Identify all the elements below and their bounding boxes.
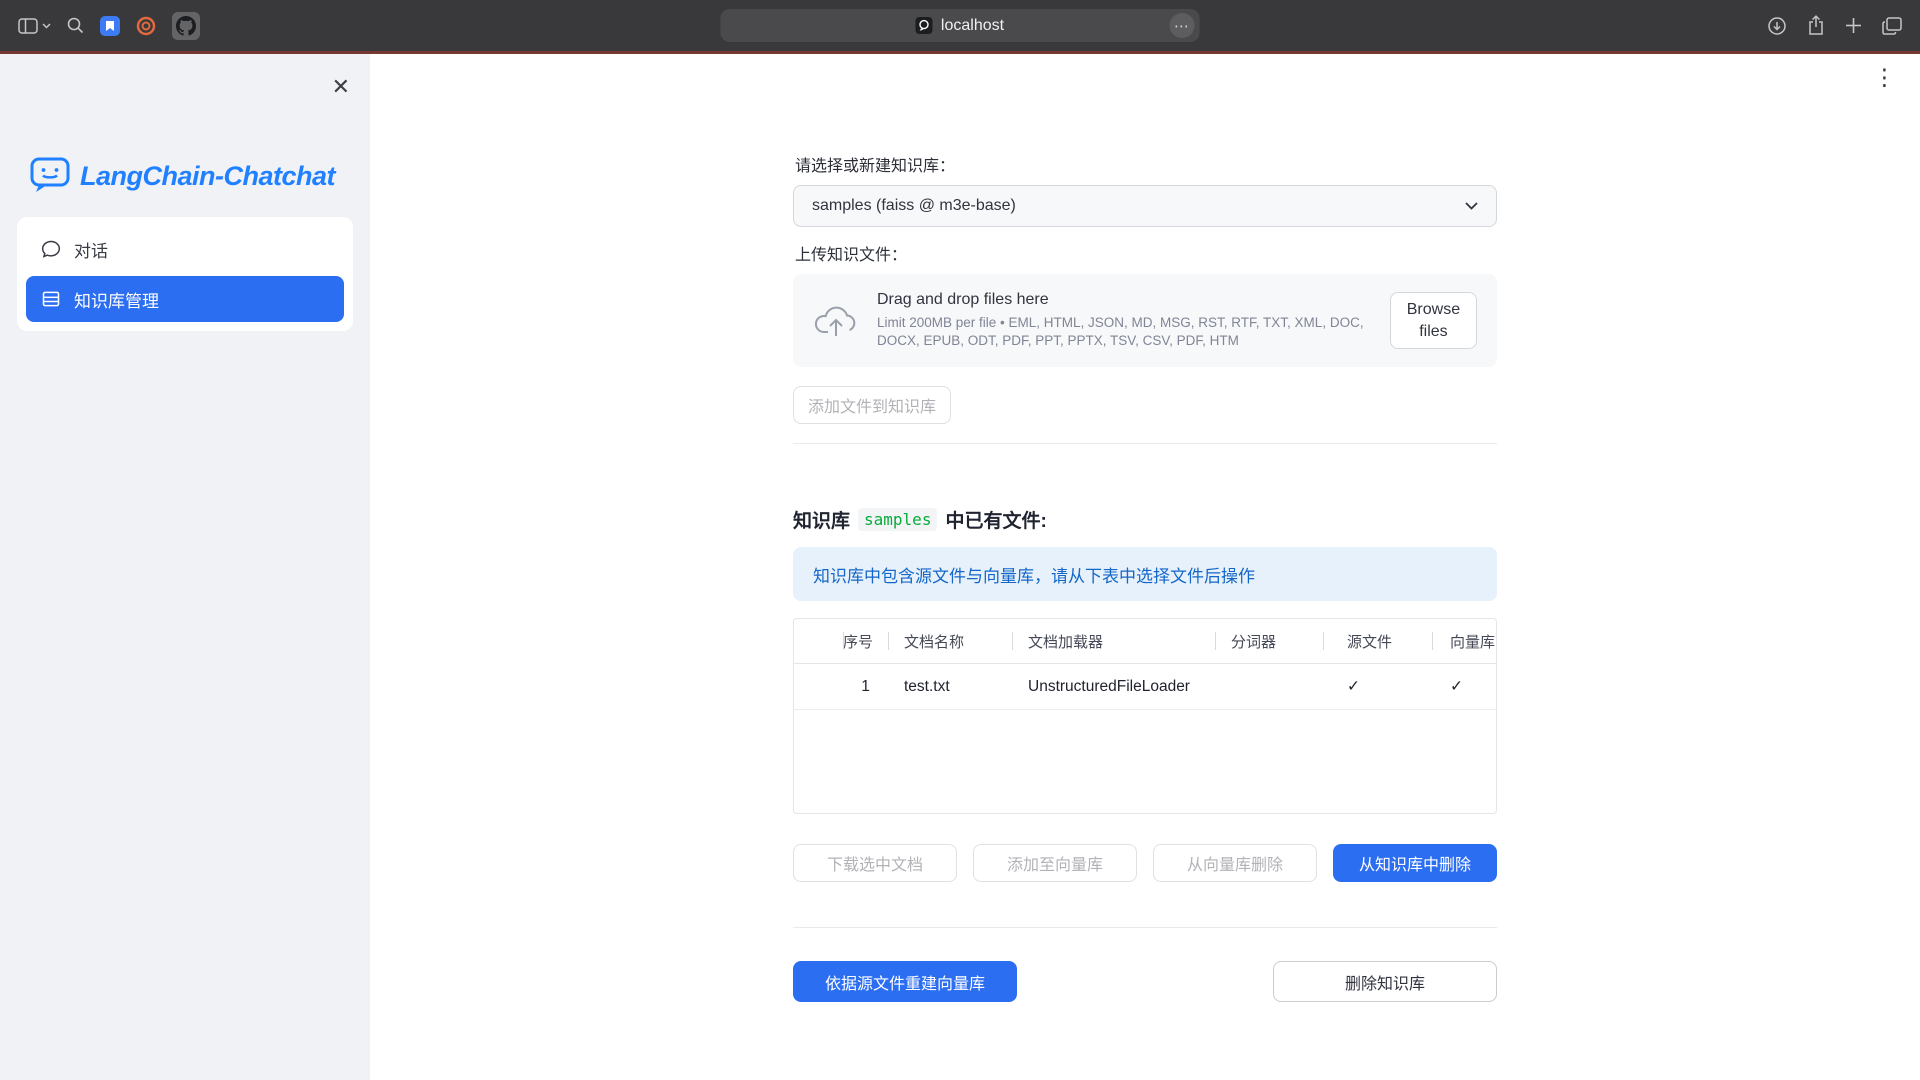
table-header-source[interactable]: 源文件: [1323, 619, 1432, 663]
kb-table-icon: [41, 289, 61, 309]
search-icon[interactable]: [67, 17, 84, 34]
kb-actions-row: 依据源文件重建向量库 删除知识库: [793, 961, 1497, 1002]
sidebar-item-kb-management[interactable]: 知识库管理: [26, 276, 344, 322]
sidebar-item-label: 知识库管理: [74, 287, 159, 312]
table-header-name[interactable]: 文档名称: [888, 619, 1012, 663]
kb-files-heading: 知识库 samples 中已有文件:: [793, 506, 1497, 533]
file-actions-row: 下载选中文档 添加至向量库 从向量库删除 从知识库中删除: [793, 844, 1497, 882]
browser-toolbar: localhost ⋯: [0, 0, 1920, 51]
row-source-check-icon: ✓: [1323, 677, 1432, 696]
tab-overview-icon[interactable]: [1882, 17, 1902, 35]
table-header-loader[interactable]: 文档加载器: [1012, 619, 1215, 663]
kb-files-table: 序号 文档名称 文档加载器 分词器 源文件 向量库 1 test.txt Uns…: [793, 618, 1497, 814]
table-header-row: 序号 文档名称 文档加载器 分词器 源文件 向量库: [794, 619, 1496, 664]
sidebar-close-icon[interactable]: ✕: [332, 76, 350, 98]
github-extension-icon[interactable]: [172, 12, 200, 40]
table-header-blank: [794, 619, 843, 663]
table-header-index[interactable]: 序号: [843, 619, 888, 663]
divider: [793, 443, 1497, 444]
page-settings-icon[interactable]: ⋯: [1170, 13, 1195, 38]
kb-heading-prefix: 知识库: [793, 506, 850, 533]
info-alert: 知识库中包含源文件与向量库，请从下表中选择文件后操作: [793, 547, 1497, 601]
sidebar-menu: 对话 知识库管理: [17, 217, 353, 331]
page-overflow-menu-icon[interactable]: ⋮: [1873, 66, 1896, 89]
divider: [793, 927, 1497, 928]
row-doc-name: test.txt: [888, 678, 1012, 696]
site-favicon: [916, 17, 933, 34]
new-tab-icon[interactable]: [1845, 17, 1862, 34]
download-selected-button[interactable]: 下载选中文档: [793, 844, 957, 882]
row-index: 1: [843, 678, 888, 696]
main-area: ⋮ 请选择或新建知识库： samples (faiss @ m3e-base) …: [370, 54, 1920, 1080]
table-header-vector[interactable]: 向量库: [1432, 619, 1496, 663]
add-files-to-kb-button[interactable]: 添加文件到知识库: [793, 386, 951, 424]
address-bar[interactable]: localhost ⋯: [721, 9, 1200, 42]
kb-select[interactable]: samples (faiss @ m3e-base): [793, 185, 1497, 227]
sidebar-panel-icon: [18, 18, 38, 34]
extension-blue-icon[interactable]: [100, 16, 120, 36]
cloud-upload-icon: [813, 304, 859, 338]
app-root: ✕ LangChain-Chatchat 对话 知识库管理 ⋮: [0, 54, 1920, 1080]
delete-from-kb-button[interactable]: 从知识库中删除: [1333, 844, 1497, 882]
sidebar: ✕ LangChain-Chatchat 对话 知识库管理: [0, 54, 370, 1080]
table-empty-area: [794, 710, 1496, 813]
row-vector-check-icon: ✓: [1432, 677, 1496, 696]
dropzone-title: Drag and drop files here: [877, 291, 1372, 309]
logo-wordmark: LangChain-Chatchat: [80, 161, 335, 192]
info-text: 知识库中包含源文件与向量库，请从下表中选择文件后操作: [813, 562, 1255, 587]
file-dropzone[interactable]: Drag and drop files here Limit 200MB per…: [793, 274, 1497, 367]
table-header-splitter[interactable]: 分词器: [1215, 619, 1323, 663]
sidebar-item-label: 对话: [74, 237, 108, 262]
chat-bubble-icon: [41, 239, 61, 259]
sidebar-toggle-button[interactable]: [18, 18, 51, 34]
kb-select-value: samples (faiss @ m3e-base): [812, 197, 1016, 215]
browse-files-button[interactable]: Browse files: [1390, 292, 1477, 349]
dropzone-hint: Limit 200MB per file • EML, HTML, JSON, …: [877, 314, 1372, 350]
sidebar-item-chat[interactable]: 对话: [26, 226, 344, 272]
remove-from-vector-button[interactable]: 从向量库删除: [1153, 844, 1317, 882]
chevron-down-icon: [1465, 202, 1478, 210]
url-text: localhost: [941, 17, 1004, 35]
app-logo: LangChain-Chatchat: [30, 157, 370, 195]
row-loader: UnstructuredFileLoader: [1012, 678, 1215, 696]
delete-kb-button[interactable]: 删除知识库: [1273, 961, 1497, 1002]
kb-select-label: 请选择或新建知识库：: [795, 152, 1497, 176]
rebuild-vector-store-button[interactable]: 依据源文件重建向量库: [793, 961, 1017, 1002]
table-row[interactable]: 1 test.txt UnstructuredFileLoader ✓ ✓: [794, 664, 1496, 710]
share-icon[interactable]: [1807, 15, 1825, 36]
kb-name-code: samples: [858, 508, 937, 531]
content-column: 请选择或新建知识库： samples (faiss @ m3e-base) 上传…: [793, 54, 1497, 1002]
downloads-icon[interactable]: [1767, 16, 1787, 36]
logo-chat-icon: [30, 157, 70, 195]
dropzone-texts: Drag and drop files here Limit 200MB per…: [877, 291, 1372, 350]
add-to-vector-button[interactable]: 添加至向量库: [973, 844, 1137, 882]
extension-orange-icon[interactable]: [136, 16, 156, 36]
upload-label: 上传知识文件：: [795, 241, 1497, 265]
kb-heading-suffix: 中已有文件:: [945, 506, 1046, 533]
chevron-down-icon: [42, 23, 51, 29]
